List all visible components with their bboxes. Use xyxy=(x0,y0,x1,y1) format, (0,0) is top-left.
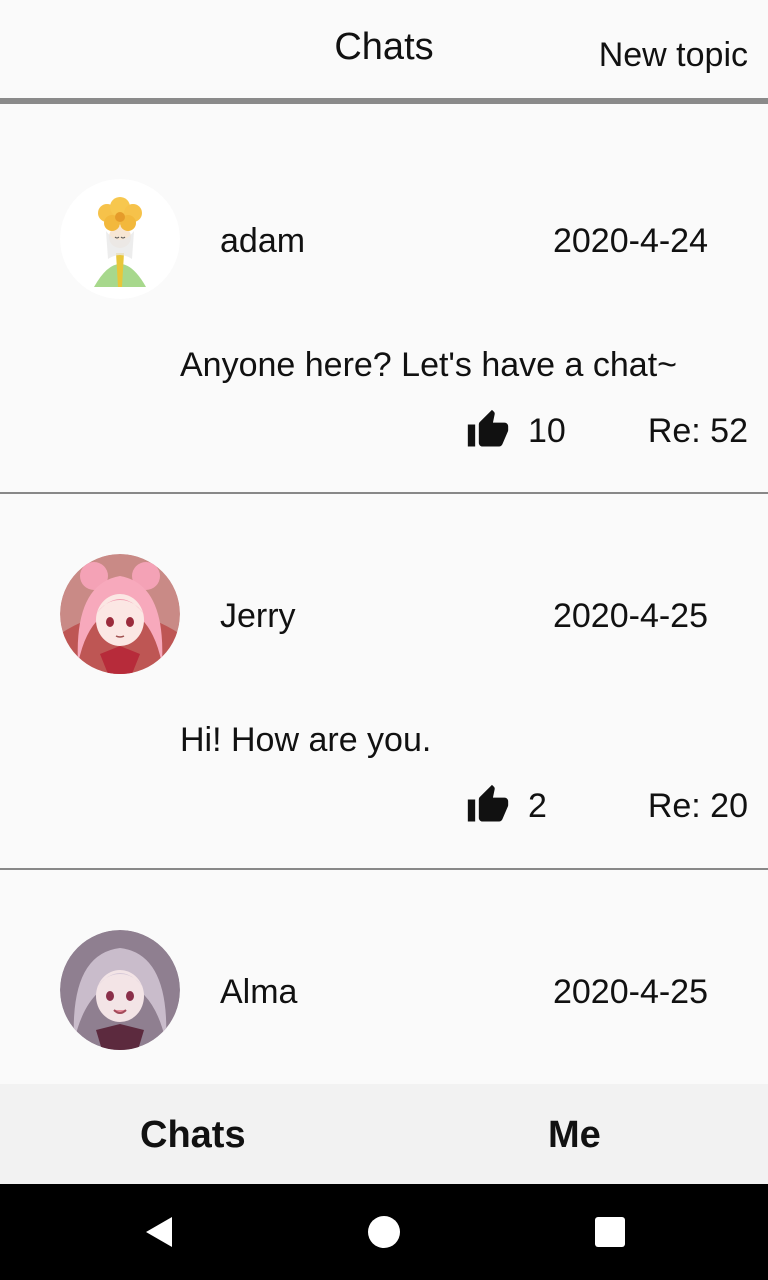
like-count: 2 xyxy=(528,787,547,825)
post-item[interactable]: Alma 2020-4-25 xyxy=(0,870,768,1084)
tab-chats[interactable]: Chats xyxy=(140,1114,246,1157)
post-date: 2020-4-25 xyxy=(552,597,708,635)
post-item[interactable]: adam 2020-4-24 Anyone here? Let's have a… xyxy=(0,104,768,494)
post-message: Anyone here? Let's have a chat~ xyxy=(180,346,678,384)
like-count: 10 xyxy=(528,412,566,450)
recents-square-icon[interactable] xyxy=(592,1214,628,1250)
back-triangle-icon[interactable] xyxy=(142,1214,178,1250)
thumbs-up-icon[interactable] xyxy=(466,408,510,452)
new-topic-button[interactable]: New topic xyxy=(599,36,748,75)
tab-me[interactable]: Me xyxy=(548,1114,601,1157)
app-header: Chats New topic xyxy=(0,0,768,100)
thumbs-up-icon[interactable] xyxy=(466,783,510,827)
post-username: adam xyxy=(220,222,306,260)
post-stats: 10 Re: 52 xyxy=(0,406,768,456)
post-message: Hi! How are you. xyxy=(180,721,432,759)
post-item[interactable]: Jerry 2020-4-25 Hi! How are you. 2 Re: 2… xyxy=(0,494,768,870)
lilac-hair-girl-avatar-icon xyxy=(60,930,180,1050)
avatar[interactable] xyxy=(60,930,180,1050)
chat-feed[interactable]: adam 2020-4-24 Anyone here? Let's have a… xyxy=(0,104,768,1084)
home-circle-icon[interactable] xyxy=(366,1214,402,1250)
system-nav-bar xyxy=(0,1184,768,1280)
bottom-tab-bar: Chats Me xyxy=(0,1084,768,1184)
post-username: Alma xyxy=(220,973,298,1011)
post-username: Jerry xyxy=(220,597,296,635)
post-stats: 2 Re: 20 xyxy=(0,781,768,831)
avatar[interactable] xyxy=(60,179,180,299)
post-date: 2020-4-25 xyxy=(552,973,708,1011)
reply-count: Re: 20 xyxy=(647,787,748,825)
post-date: 2020-4-24 xyxy=(552,222,708,260)
flower-girl-avatar-icon xyxy=(60,179,180,299)
reply-count: Re: 52 xyxy=(647,412,748,450)
pink-hair-girl-avatar-icon xyxy=(60,554,180,674)
avatar[interactable] xyxy=(60,554,180,674)
